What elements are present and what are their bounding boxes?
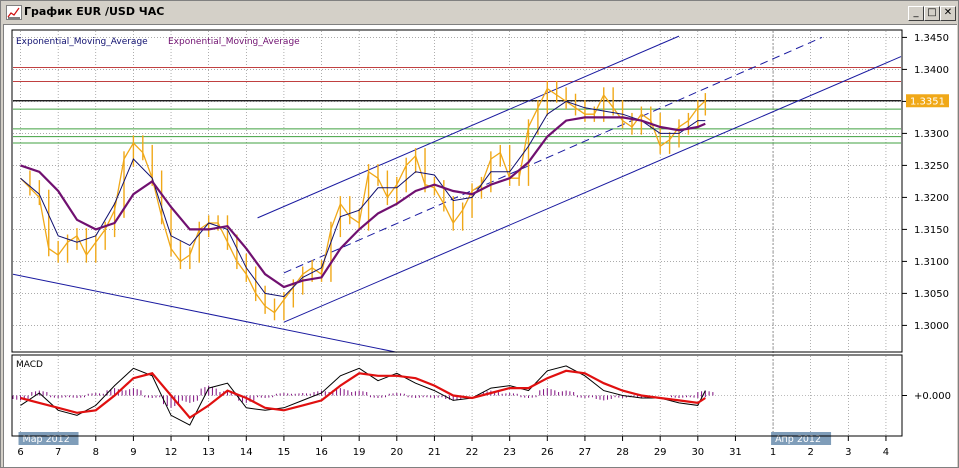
maximize-button[interactable]: □	[924, 6, 940, 21]
close-button[interactable]: ✕	[940, 6, 956, 21]
x-tick-label: 28	[616, 447, 629, 458]
y-tick-label: 1.3250	[914, 161, 949, 172]
x-tick-label: 15	[278, 447, 291, 458]
x-tick-label: 1	[770, 447, 776, 458]
y-tick-label: 1.3150	[914, 225, 949, 236]
current-price-label: 1.3351	[910, 96, 945, 107]
chart-area[interactable]: 6 7 8 9 12 13 14 15 16 19 20 21 22 23 26 27 28 29 30 31 1 2 3 4…	[3, 24, 957, 467]
x-tick-label: 20	[390, 447, 403, 458]
x-tick-label: 13	[202, 447, 215, 458]
x-tick-label: 16	[315, 447, 328, 458]
x-tick-label: 4	[883, 447, 889, 458]
ema-layer	[20, 100, 706, 298]
trend-line-channel-mid	[283, 36, 823, 274]
x-tick-label: 6	[17, 447, 23, 458]
x-tick-label: 31	[729, 447, 742, 458]
x-tick-label: 26	[541, 447, 554, 458]
chart-svg: 6 7 8 9 12 13 14 15 16 19 20 21 22 23 26 27 28 29 30 31 1 2 3 4…	[11, 29, 951, 458]
x-tick-label: 3	[845, 447, 851, 458]
x-tick-label: 2	[808, 447, 814, 458]
chart-window-icon	[6, 5, 22, 20]
x-tick-label: 29	[654, 447, 667, 458]
macd-title: MACD	[16, 360, 43, 370]
trend-line-down-line	[12, 273, 397, 353]
y-tick-label: 1.3450	[914, 33, 949, 44]
trend-lines-layer	[12, 35, 902, 353]
window-title: График EUR /USD ЧАС	[24, 5, 165, 18]
legend-ema-slow: Exponential_Moving_Average	[168, 37, 300, 47]
trend-line-channel-upper	[257, 35, 680, 219]
x-tick-label: 8	[93, 447, 99, 458]
x-tick-label: 22	[466, 447, 479, 458]
x-tick-label: 23	[503, 447, 516, 458]
chart-window: График EUR /USD ЧАС _ □ ✕ 6 7 8 9 12 13 14 15 16…	[0, 0, 959, 468]
x-tick-label: 7	[55, 447, 61, 458]
x-tick-label: 30	[691, 447, 704, 458]
y-tick-label: 1.3200	[914, 193, 949, 204]
macd-layer	[12, 365, 714, 426]
y-tick-label: 1.3100	[914, 257, 949, 268]
macd-y-tick-label: +0.000	[914, 391, 951, 402]
x-tick-label: 12	[165, 447, 178, 458]
price-line	[20, 87, 706, 314]
minimize-button[interactable]: _	[908, 6, 924, 21]
y-tick-label: 1.3050	[914, 289, 949, 300]
x-tick-label: 9	[130, 447, 136, 458]
x-tick-label: 21	[428, 447, 441, 458]
x-tick-label: 14	[240, 447, 253, 458]
legend-ema-fast: Exponential_Moving_Average	[16, 37, 148, 47]
y-tick-label: 1.3400	[914, 65, 949, 76]
x-tick-label: 19	[353, 447, 366, 458]
x-tick-label: 27	[579, 447, 592, 458]
y-tick-label: 1.3300	[914, 129, 949, 140]
y-tick-label: 1.3000	[914, 321, 949, 332]
title-bar[interactable]: График EUR /USD ЧАС _ □ ✕	[2, 2, 957, 22]
ema-fast-line	[20, 100, 706, 298]
